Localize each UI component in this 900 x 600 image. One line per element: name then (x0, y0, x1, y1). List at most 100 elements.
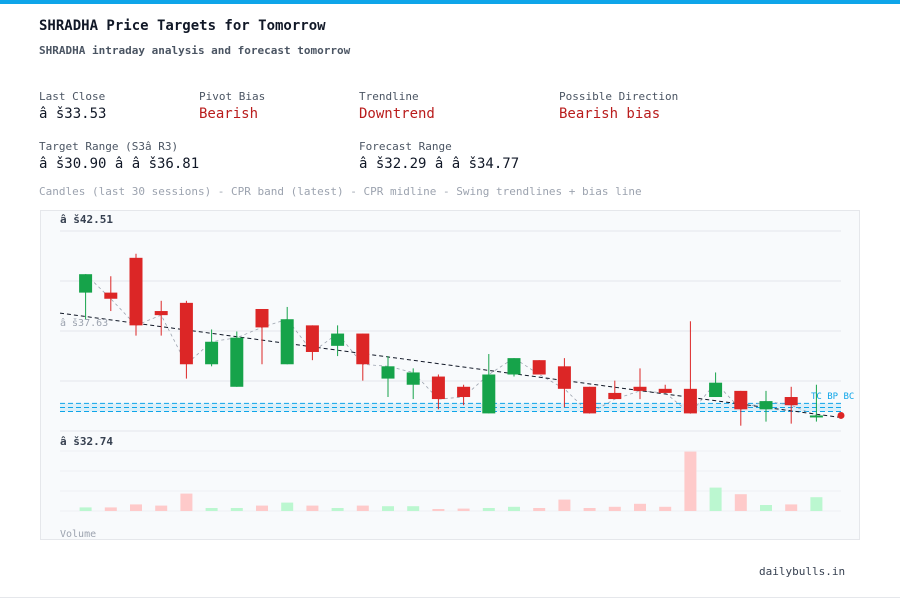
candle-body (154, 311, 168, 316)
volume-bar (634, 503, 646, 511)
candle-body (583, 386, 597, 414)
footer-brand: dailybulls.in (759, 565, 846, 578)
stat-label: Forecast Range (359, 140, 452, 153)
cpr-band (60, 402, 841, 413)
candle-body (734, 390, 748, 410)
volume-bar (760, 505, 772, 511)
stat-label: Target Range (S3â R3) (39, 140, 179, 153)
volume-bar (407, 506, 420, 511)
bottom-divider (0, 597, 900, 598)
volume-bars (79, 451, 823, 511)
stat-value: â š30.90 â â š36.81 (39, 156, 200, 172)
volume-bar (180, 493, 193, 511)
volume-bar (281, 502, 294, 511)
volume-bar (306, 505, 319, 511)
chart-caption: Candles (last 30 sessions) - CPR band (l… (39, 185, 642, 198)
volume-bar (734, 494, 747, 511)
close-line (85, 273, 817, 416)
candle-body (683, 388, 697, 414)
candle-body (532, 360, 546, 375)
trendline (59, 312, 842, 418)
candle-body (431, 376, 445, 400)
candle-body (784, 397, 798, 406)
candle-body (179, 302, 193, 365)
stat-label: Last Close (39, 90, 106, 103)
stat-label: Trendline (359, 90, 419, 103)
volume-bar (331, 508, 344, 511)
candle-body (557, 366, 571, 389)
stat-value: Downtrend (359, 106, 435, 122)
volume-bar (785, 504, 798, 511)
candle-body (104, 292, 118, 299)
stat-value: Bearish (199, 106, 259, 122)
candle-body (356, 333, 370, 365)
volume-bar (104, 507, 117, 511)
volume-bar (155, 505, 168, 511)
volume-bar (608, 506, 621, 511)
candle-body (608, 392, 622, 400)
stat-trendline: Trendline Downtrend (359, 90, 435, 122)
candle-body (457, 386, 471, 398)
grid-lines (60, 230, 841, 512)
top-accent-bar (0, 0, 900, 4)
chart-panel: â š42.51 â š37.63 â š32.74 Volume TC BP … (40, 210, 860, 540)
y-axis-label-mid: â š37.63 (60, 317, 108, 329)
stat-value: â š32.29 â â š34.77 (359, 156, 520, 172)
candle-body (406, 372, 420, 385)
volume-bar (432, 509, 445, 511)
stat-value: â š33.53 (39, 106, 107, 122)
candle-body (205, 341, 219, 365)
page-title: SHRADHA Price Targets for Tomorrow (39, 18, 326, 34)
stat-label: Possible Direction (559, 90, 679, 103)
bias-trendline (59, 312, 842, 418)
stat-forecast-range: Forecast Range â š32.29 â â š34.77 (359, 140, 519, 172)
stat-possible-direction: Possible Direction Bearish bias (559, 90, 678, 122)
close-price-line (85, 273, 817, 416)
volume-label: Volume (60, 529, 96, 539)
stat-pivot-bias: Pivot Bias Bearish (199, 90, 265, 122)
volume-bar (256, 505, 268, 511)
volume-bar (457, 508, 470, 511)
volume-bar (230, 508, 243, 511)
candle-body (482, 374, 496, 414)
stat-last-close: Last Close â š33.53 (39, 90, 106, 122)
volume-bar (508, 506, 520, 511)
volume-bar (79, 507, 92, 511)
candlestick-chart: â š42.51 â š37.63 â š32.74 Volume TC BP … (59, 213, 854, 539)
candle-body (709, 382, 723, 398)
cpr-band-fill (60, 403, 841, 412)
stat-label: Pivot Bias (199, 90, 266, 103)
y-axis-label-bottom: â š32.74 (60, 435, 113, 448)
candle-body (759, 401, 773, 410)
candle-body (809, 415, 823, 418)
last-close-marker (837, 411, 845, 419)
volume-bar (558, 499, 571, 511)
stat-target-range: Target Range (S3â R3) â š30.90 â â š36.8… (39, 140, 199, 172)
candle-body (280, 319, 294, 365)
candle-body (658, 388, 672, 393)
volume-bar (130, 504, 142, 511)
volume-bar (583, 508, 596, 511)
volume-bar (205, 508, 218, 511)
stat-value: Bearish bias (559, 106, 661, 122)
volume-bar (684, 451, 697, 511)
page-subtitle: SHRADHA intraday analysis and forecast t… (39, 44, 351, 57)
volume-bar (356, 505, 369, 511)
volume-bar (709, 487, 722, 511)
y-axis-label-top: â š42.51 (60, 213, 113, 226)
candle-body (305, 325, 319, 352)
candle-body (507, 358, 521, 375)
candle-body (255, 308, 269, 328)
candle-body (79, 274, 93, 293)
candles (79, 253, 845, 426)
volume-bar (533, 508, 546, 511)
volume-bar (382, 506, 394, 511)
candle-body (633, 386, 647, 391)
volume-bar (810, 497, 823, 511)
candle-body (129, 257, 143, 326)
candle-body (381, 366, 395, 379)
cpr-tag: TC BP BC (811, 392, 854, 402)
volume-bar (659, 506, 672, 511)
candle-body (331, 333, 345, 346)
candle-body (230, 337, 244, 387)
